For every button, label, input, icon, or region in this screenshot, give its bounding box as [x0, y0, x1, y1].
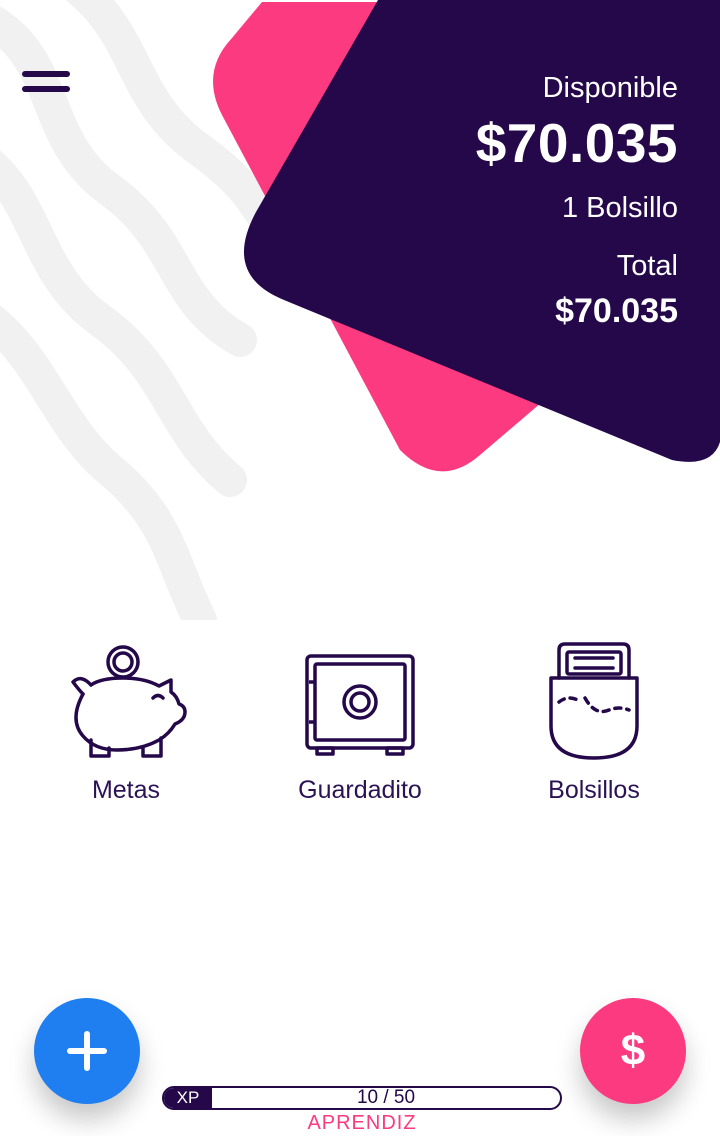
total-amount: $70.035 — [555, 292, 678, 330]
dollar-icon: $ — [620, 1026, 646, 1075]
xp-level-label: APRENDIZ — [307, 1112, 417, 1134]
xp-tag: XP — [164, 1088, 212, 1108]
hamburger-menu-icon — [22, 70, 70, 77]
safe-icon — [305, 654, 415, 756]
available-label: Disponible — [542, 72, 678, 104]
xp-progress-bar: XP 10 / 50 — [162, 1086, 562, 1110]
feature-menu: Metas Guardadito Bolsillos — [0, 640, 720, 830]
feature-bolsillos[interactable]: Bolsillos — [494, 640, 694, 805]
feature-guardadito[interactable]: Guardadito — [260, 640, 460, 805]
plus-icon — [67, 1031, 107, 1071]
balance-summary: Disponible $70.035 1 Bolsillo Total $70.… — [476, 70, 678, 332]
feature-label: Guardadito — [298, 776, 422, 804]
menu-button[interactable] — [22, 64, 74, 98]
available-amount: $70.035 — [475, 112, 678, 174]
xp-progress-text: 10 / 50 — [356, 1087, 416, 1108]
feature-label: Metas — [91, 776, 161, 804]
total-label: Total — [616, 250, 678, 282]
piggy-bank-icon — [71, 645, 187, 758]
pocket-icon — [549, 642, 639, 760]
money-button[interactable]: $ — [580, 998, 686, 1104]
feature-metas[interactable]: Metas — [26, 640, 226, 805]
feature-label: Bolsillos — [548, 776, 640, 804]
pockets-count: 1 Bolsillo — [561, 192, 678, 224]
add-button[interactable] — [34, 998, 140, 1104]
